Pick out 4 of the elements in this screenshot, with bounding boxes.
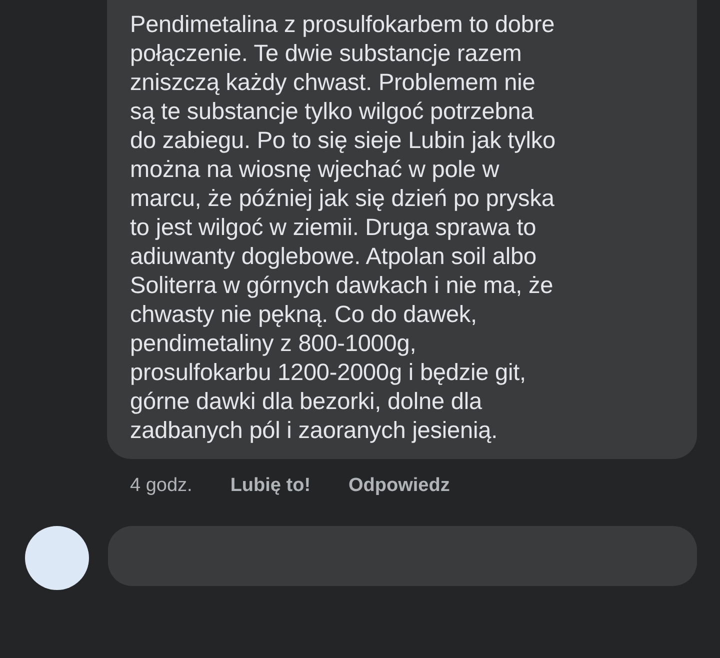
comment-time: 4 godz. <box>130 475 192 497</box>
comment-action-link[interactable]: Odpowiedz <box>348 475 450 497</box>
comment-action-link[interactable]: Lubię to! <box>230 475 311 497</box>
comment-text: Pendimetalina z prosulfokarbem to dobre połączenie. Te dwie substancje razem zniszczą każdy chwast. Problemem nie są te substancje tylko wilgoć potrzebna do zabiegu. Po to się sieje Lubin jak tylko można na wiosnę wjechać w pole w marcu, że później jak się dzień po pryska to jest wilgoć w ziemii. Druga sprawa to adiuwanty doglebowe. Atpolan soil albo Soliterra w górnych dawkach i nie ma, że chwasty nie pękną. Co do dawek, pendimetaliny z 800-1000g, prosulfokarbu 1200-2000g i będzie git, górne dawki dla bezorki, dolne dla zadbanych pól i zaoranych jesienią. <box>130 10 556 445</box>
